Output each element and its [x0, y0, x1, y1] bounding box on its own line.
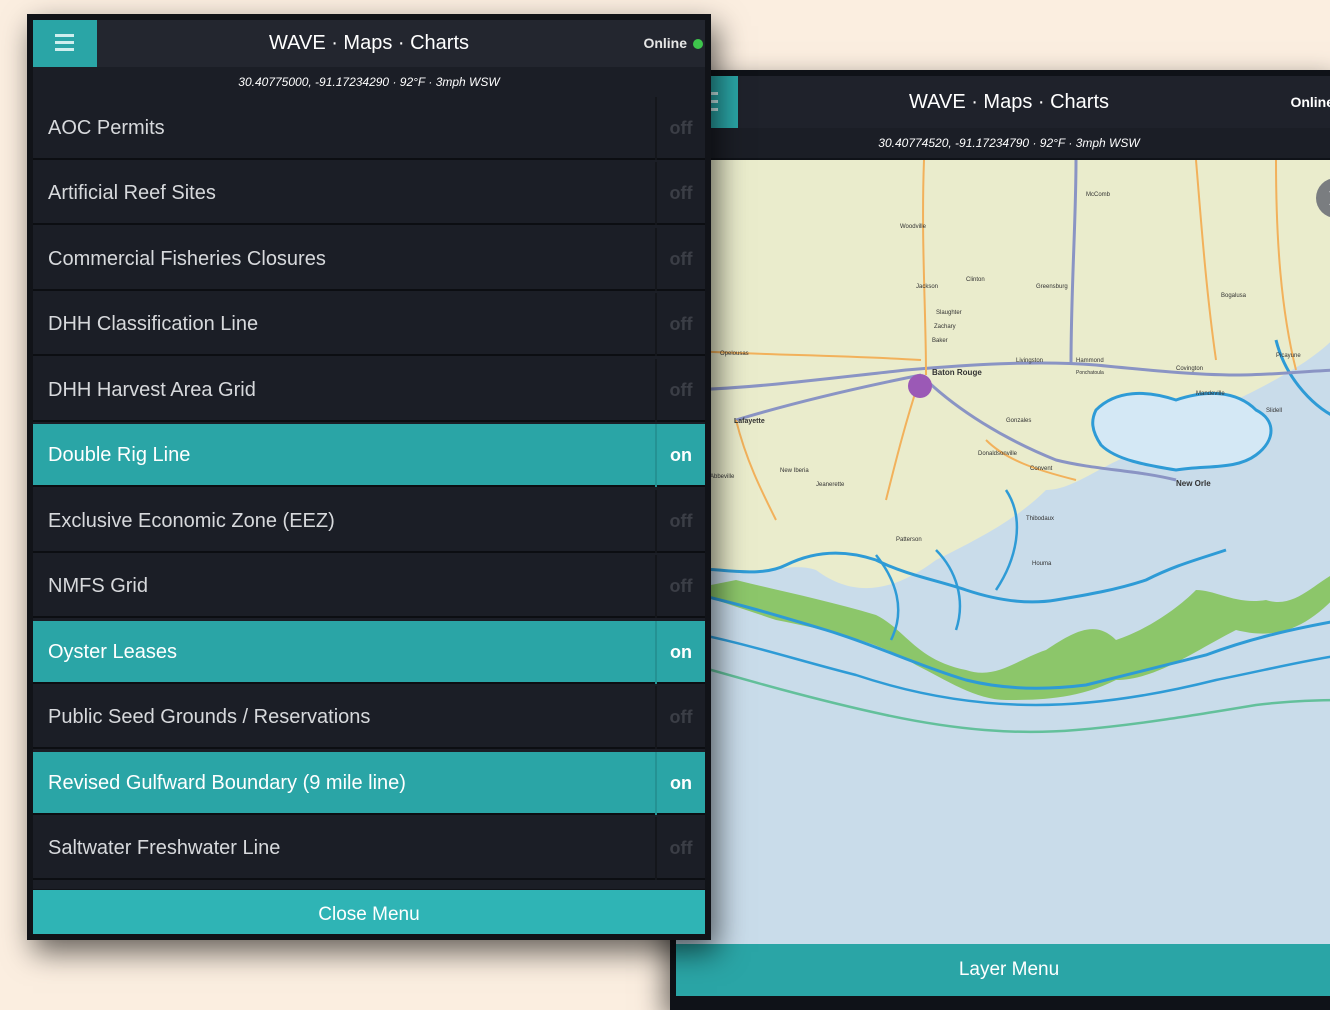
layer-row-eez[interactable]: Exclusive Economic Zone (EEZ) off: [33, 490, 705, 553]
layer-coords-line: 30.40775000, -91.17234290 · 92°F · 3mph …: [33, 67, 705, 97]
layer-toggle[interactable]: off: [655, 162, 705, 225]
layer-toggle[interactable]: off: [655, 686, 705, 749]
map-label-donaldsonville: Donaldsonville: [978, 451, 1018, 457]
layer-row-saltwater-freshwater-line[interactable]: Saltwater Freshwater Line off: [33, 817, 705, 880]
map-label-new-iberia: New Iberia: [780, 468, 809, 474]
layer-toggle[interactable]: off: [655, 97, 705, 160]
layer-label: NMFS Grid: [48, 575, 148, 597]
layer-label: Exclusive Economic Zone (EEZ): [48, 510, 335, 532]
map-label-greensburg: Greensburg: [1036, 284, 1068, 290]
layer-list[interactable]: AOC Permits off Artificial Reef Sites of…: [33, 97, 705, 889]
layer-label: Oyster Leases: [48, 641, 177, 663]
map-label-new-orleans: New Orle: [1176, 479, 1211, 488]
layer-row-revised-gulfward-boundary[interactable]: Revised Gulfward Boundary (9 mile line) …: [33, 752, 705, 815]
map-header: WAVE · Maps · Charts Online: [676, 76, 1330, 128]
layer-label: AOC Permits: [48, 117, 165, 139]
map-label-mccomb: McComb: [1086, 192, 1111, 198]
map-label-clinton: Clinton: [966, 277, 985, 283]
layer-toggle[interactable]: off: [655, 817, 705, 880]
layer-label: Artificial Reef Sites: [48, 182, 216, 204]
layer-app-title: WAVE · Maps · Charts: [268, 32, 470, 54]
layer-label: Saltwater Freshwater Line: [48, 837, 281, 859]
map-label-picayune: Picayune: [1276, 353, 1301, 359]
layer-label: Double Rig Line: [48, 444, 191, 466]
layer-toggle[interactable]: off: [655, 555, 705, 618]
layer-toggle[interactable]: on: [655, 752, 705, 815]
map-label-baker: Baker: [932, 338, 948, 344]
close-menu-button[interactable]: Close Menu: [33, 890, 705, 934]
layer-label: Public Seed Grounds / Reservations: [48, 706, 371, 728]
layer-toggle[interactable]: off: [655, 490, 705, 553]
map-label-lafayette: Lafayette: [734, 418, 765, 425]
map-label-woodville: Woodville: [900, 224, 927, 230]
layer-menu-button[interactable]: Layer Menu: [676, 944, 1330, 996]
map-label-mandeville: Mandeville: [1196, 391, 1225, 397]
layer-row-oyster-leases[interactable]: Oyster Leases on: [33, 621, 705, 684]
map-label-jackson: Jackson: [916, 284, 938, 290]
map-label-bogalusa: Bogalusa: [1221, 293, 1247, 299]
layer-row-artificial-reef-sites[interactable]: Artificial Reef Sites off: [33, 162, 705, 225]
map-label-opelousas: Opelousas: [720, 351, 749, 357]
layer-row-double-rig-line[interactable]: Double Rig Line on: [33, 424, 705, 487]
layer-toggle[interactable]: on: [655, 621, 705, 684]
layer-row-dhh-classification-line[interactable]: DHH Classification Line off: [33, 293, 705, 356]
layer-label: Commercial Fisheries Closures: [48, 248, 326, 270]
map-screen: WAVE · Maps · Charts Online 30.40774520,…: [670, 70, 1330, 1010]
map-label-livingston: Livingston: [1016, 358, 1043, 364]
layer-screen: WAVE · Maps · Charts Online 30.40775000,…: [27, 14, 711, 940]
layer-row-nmfs-grid[interactable]: NMFS Grid off: [33, 555, 705, 618]
layer-row-public-seed-grounds[interactable]: Public Seed Grounds / Reservations off: [33, 686, 705, 749]
layer-row-commercial-fisheries-closures[interactable]: Commercial Fisheries Closures off: [33, 228, 705, 291]
map-coords-line: 30.40774520, -91.17234790 · 92°F · 3mph …: [676, 128, 1330, 158]
map-label-slaughter: Slaughter: [936, 310, 962, 316]
layer-toggle[interactable]: on: [655, 424, 705, 487]
map-label-houma: Houma: [1032, 561, 1052, 567]
layer-toggle[interactable]: off: [655, 293, 705, 356]
layer-row-dhh-harvest-area-grid[interactable]: DHH Harvest Area Grid off: [33, 359, 705, 422]
map-label-baton-rouge: Baton Rouge: [932, 368, 982, 377]
map-label-zachary: Zachary: [934, 324, 956, 330]
map-view[interactable]: Baton Rouge Lafayette New Orle Livingsto…: [676, 160, 1330, 944]
layer-toggle[interactable]: off: [655, 228, 705, 291]
map-label-thibodaux: Thibodaux: [1026, 516, 1054, 522]
layer-toggle[interactable]: off: [655, 359, 705, 422]
layer-row-aoc-permits[interactable]: AOC Permits off: [33, 97, 705, 160]
layer-label: DHH Classification Line: [48, 313, 259, 335]
map-label-hammond: Hammond: [1076, 358, 1104, 364]
map-canvas: Baton Rouge Lafayette New Orle Livingsto…: [676, 160, 1330, 734]
layer-online-status: Online: [643, 35, 687, 51]
map-label-convent: Convent: [1030, 466, 1053, 472]
map-label-ponchatoula: Ponchatoula: [1076, 370, 1104, 376]
map-label-covington: Covington: [1176, 366, 1203, 372]
layer-header: WAVE · Maps · Charts Online: [33, 20, 705, 67]
map-label-slidell: Slidell: [1266, 408, 1282, 414]
layer-label: Revised Gulfward Boundary (9 mile line): [48, 772, 406, 794]
online-dot-icon: [693, 39, 703, 49]
map-app-title: WAVE · Maps · Charts: [908, 91, 1110, 113]
map-online-status: Online: [1290, 94, 1330, 110]
map-label-jeanerette: Jeanerette: [816, 482, 845, 488]
map-label-gonzales: Gonzales: [1006, 418, 1031, 424]
map-label-abbeville: Abbeville: [710, 474, 735, 480]
map-label-patterson: Patterson: [896, 537, 922, 543]
layer-label: DHH Harvest Area Grid: [48, 379, 256, 401]
